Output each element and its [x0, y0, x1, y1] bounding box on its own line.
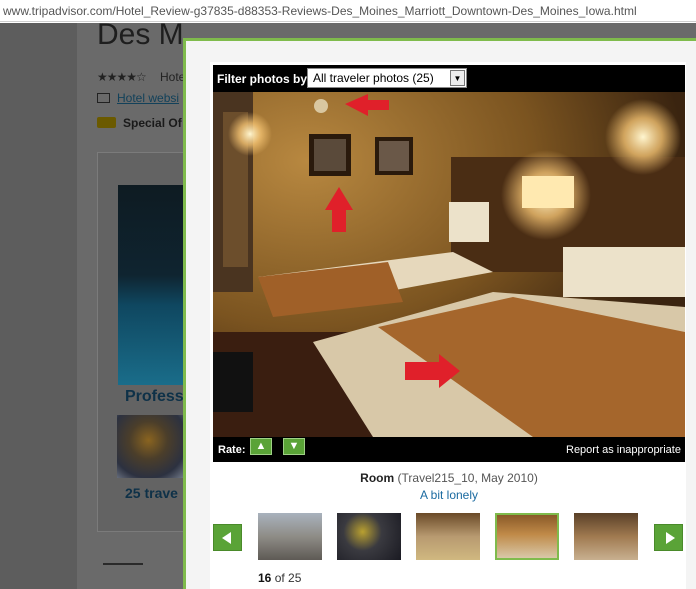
photo-counter: 16 of 25	[258, 571, 301, 585]
chevron-left-icon	[222, 532, 231, 544]
filter-select[interactable]: All traveler photos (25) ▼	[307, 68, 467, 88]
counter-current: 16	[258, 571, 272, 585]
thumbnail[interactable]	[416, 513, 480, 560]
traveler-photo[interactable]	[117, 415, 187, 478]
main-photo[interactable]	[213, 92, 685, 437]
professional-photos-link[interactable]: Profess	[125, 388, 184, 406]
caption-text-link[interactable]: A bit lonely	[213, 488, 685, 502]
rate-label: Rate:	[218, 444, 246, 456]
divider	[103, 563, 143, 565]
special-offer-label[interactable]: Special Of	[123, 116, 182, 130]
thumbs-up-icon[interactable]: ▲	[250, 438, 272, 455]
report-inappropriate-link[interactable]: Report as inappropriate	[566, 444, 681, 456]
thumbs-down-icon[interactable]: ▼	[283, 438, 305, 455]
thumbnail[interactable]	[337, 513, 401, 560]
next-photo-button[interactable]	[654, 524, 683, 551]
traveler-photos-link[interactable]: 25 trave	[125, 485, 178, 501]
hotel-title: Des M	[97, 18, 184, 51]
computer-icon	[97, 93, 110, 103]
filter-label: Filter photos by	[217, 72, 307, 86]
pool-photo[interactable]	[118, 185, 188, 385]
chevron-down-icon[interactable]: ▼	[450, 70, 465, 86]
caption-title: Room	[360, 471, 395, 485]
chevron-right-icon	[666, 532, 675, 544]
rating-stars: ★★★★☆	[97, 70, 147, 84]
counter-total: of 25	[274, 571, 302, 585]
thumbnail[interactable]	[258, 513, 322, 560]
thumbnail[interactable]	[574, 513, 638, 560]
photo-caption: Room (Travel215_10, May 2010)	[213, 471, 685, 485]
tag-icon	[97, 117, 116, 128]
hotel-website-link[interactable]: Hotel websi	[117, 91, 179, 105]
rating-label: Hote	[160, 70, 186, 84]
thumbnail-selected[interactable]	[495, 513, 559, 560]
caption-meta: (Travel215_10, May 2010)	[397, 471, 538, 485]
filter-select-value: All traveler photos (25)	[313, 71, 434, 85]
prev-photo-button[interactable]	[213, 524, 242, 551]
